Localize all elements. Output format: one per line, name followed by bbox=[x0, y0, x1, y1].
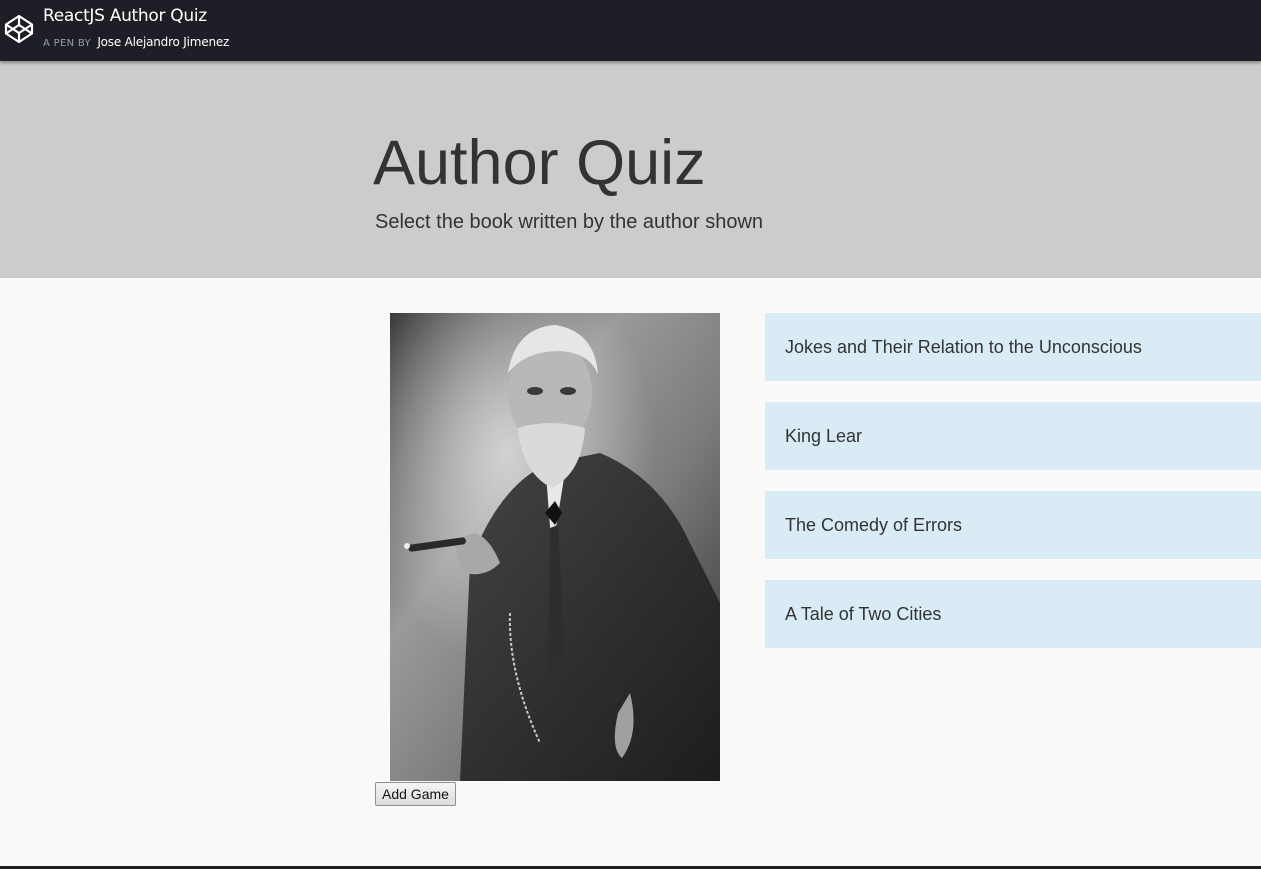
codepen-logo-icon[interactable] bbox=[3, 13, 35, 45]
jumbotron: Author Quiz Select the book written by t… bbox=[0, 61, 1261, 278]
pen-title[interactable]: ReactJS Author Quiz bbox=[43, 6, 207, 26]
author-image bbox=[390, 313, 720, 781]
author-link[interactable]: Jose Alejandro Jimenez bbox=[97, 35, 229, 49]
answer-option[interactable]: King Lear bbox=[765, 402, 1261, 470]
page-subtitle: Select the book written by the author sh… bbox=[375, 211, 764, 233]
answer-option[interactable]: The Comedy of Errors bbox=[765, 491, 1261, 559]
pen-byline: A PEN BY Jose Alejandro Jimenez bbox=[43, 33, 229, 51]
answer-option[interactable]: A Tale of Two Cities bbox=[765, 580, 1261, 648]
add-game-button[interactable]: Add Game bbox=[375, 782, 456, 806]
by-label: A PEN BY bbox=[43, 38, 91, 49]
author-photo bbox=[390, 313, 720, 781]
answer-option[interactable]: Jokes and Their Relation to the Unconsci… bbox=[765, 313, 1261, 381]
page-title: Author Quiz bbox=[373, 128, 706, 198]
codepen-header: ReactJS Author Quiz A PEN BY Jose Alejan… bbox=[0, 0, 1261, 61]
